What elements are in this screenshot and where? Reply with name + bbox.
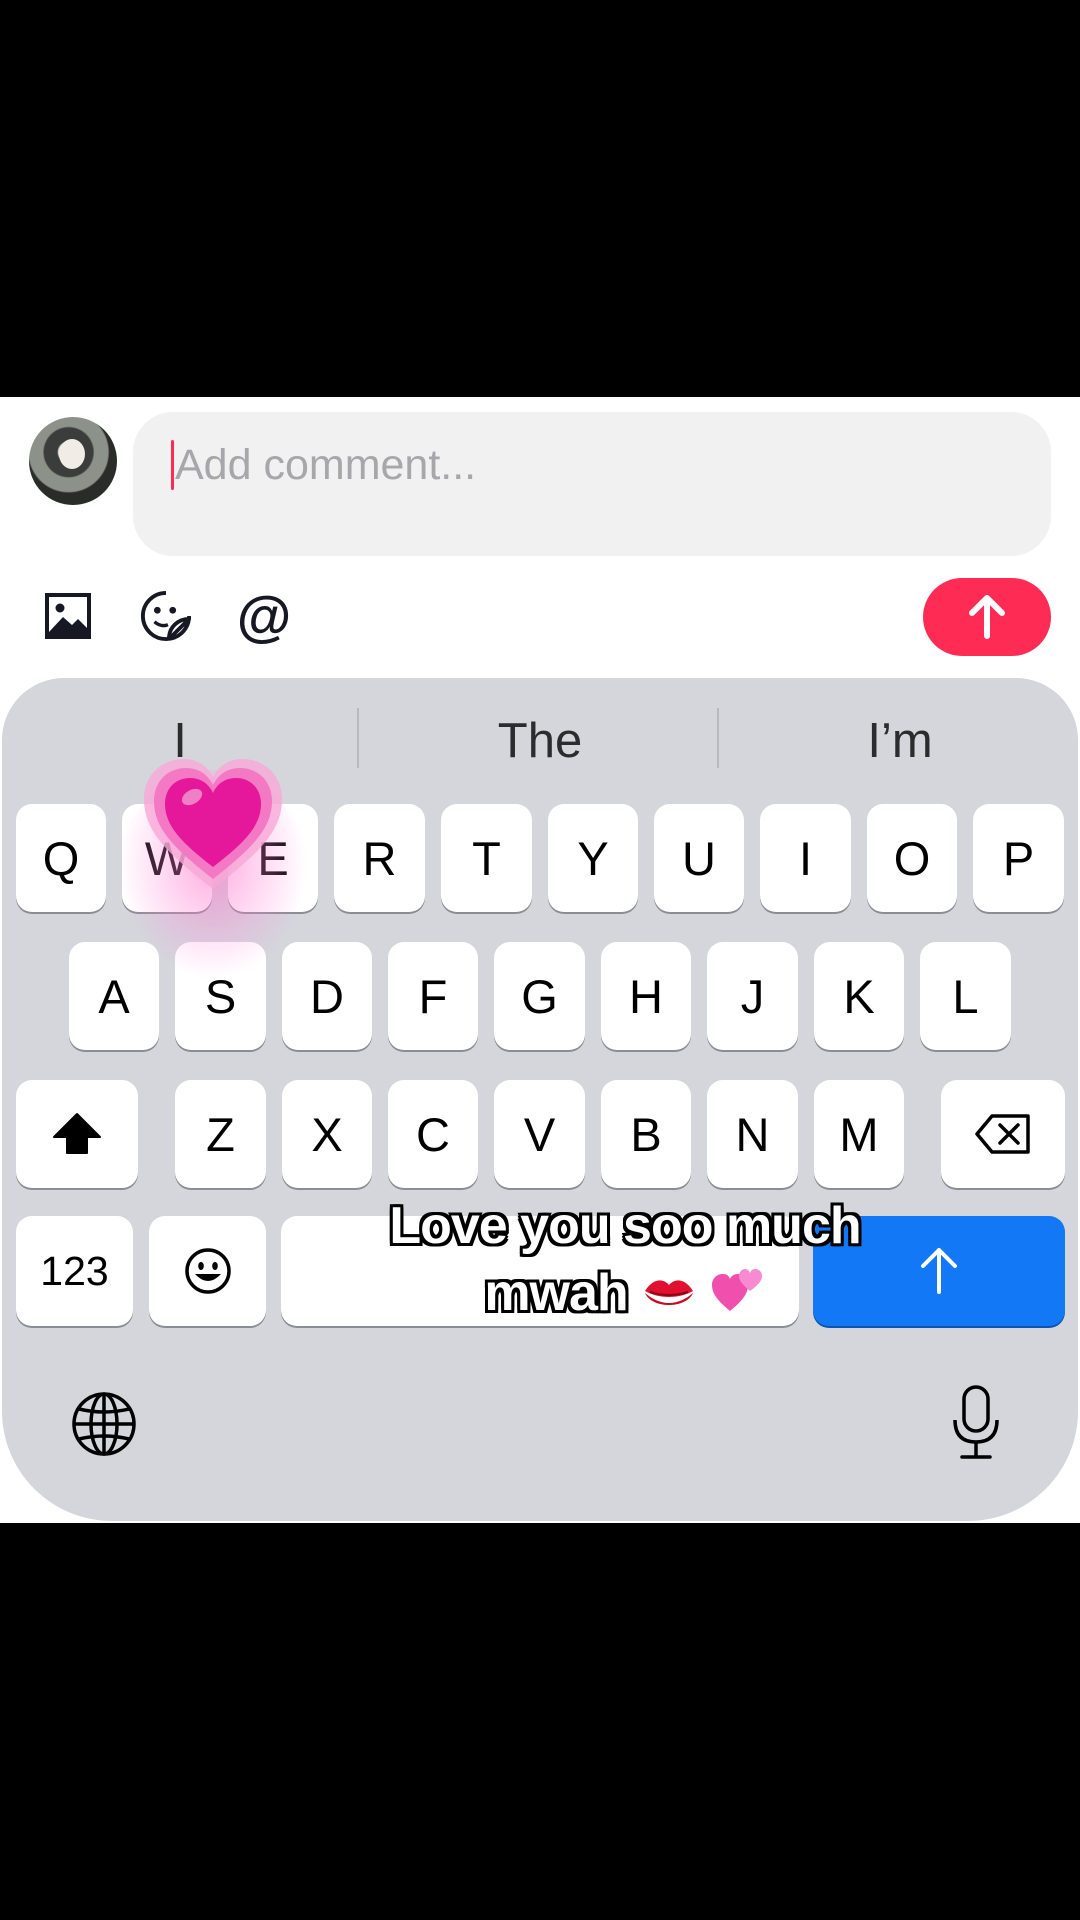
key-m[interactable]: M bbox=[814, 1080, 904, 1188]
caption-line-2-text: mwah bbox=[484, 1264, 628, 1322]
key-d[interactable]: D bbox=[282, 942, 372, 1050]
delete-key[interactable] bbox=[941, 1080, 1065, 1188]
image-icon[interactable] bbox=[42, 590, 94, 642]
key-k[interactable]: K bbox=[814, 942, 904, 1050]
arrow-up-icon bbox=[969, 595, 1005, 639]
key-u[interactable]: U bbox=[654, 804, 744, 912]
suggestion-3[interactable]: I’m bbox=[800, 711, 1000, 771]
key-o[interactable]: O bbox=[867, 804, 957, 912]
avatar[interactable] bbox=[29, 417, 117, 505]
globe-icon[interactable] bbox=[70, 1390, 138, 1458]
shift-key[interactable] bbox=[16, 1080, 138, 1188]
emoji-key[interactable] bbox=[149, 1216, 266, 1326]
shift-icon bbox=[53, 1113, 101, 1154]
key-f[interactable]: F bbox=[388, 942, 478, 1050]
kiss-mark-icon bbox=[642, 1266, 696, 1326]
key-p[interactable]: P bbox=[973, 804, 1064, 912]
numbers-key[interactable]: 123 bbox=[16, 1216, 133, 1326]
emoji-icon bbox=[184, 1248, 231, 1294]
key-j[interactable]: J bbox=[707, 942, 798, 1050]
comment-input[interactable]: Add comment... bbox=[133, 412, 1051, 556]
backspace-icon bbox=[975, 1114, 1030, 1154]
two-hearts-icon bbox=[710, 1265, 766, 1328]
suggestion-2[interactable]: The bbox=[440, 711, 640, 771]
suggestion-divider bbox=[717, 708, 719, 768]
send-comment-button[interactable] bbox=[923, 578, 1051, 656]
key-q[interactable]: Q bbox=[16, 804, 106, 912]
text-caret bbox=[171, 440, 174, 490]
key-a[interactable]: A bbox=[69, 942, 159, 1050]
key-i[interactable]: I bbox=[760, 804, 851, 912]
growing-heart-sticker bbox=[140, 755, 286, 895]
video-bottom-area bbox=[0, 1523, 1080, 1920]
key-y[interactable]: Y bbox=[548, 804, 638, 912]
key-z[interactable]: Z bbox=[175, 1080, 266, 1188]
key-h[interactable]: H bbox=[601, 942, 691, 1050]
suggestion-divider bbox=[357, 708, 359, 768]
caption-line-2: mwah bbox=[300, 1263, 950, 1328]
comment-placeholder: Add comment... bbox=[175, 441, 477, 489]
key-t[interactable]: T bbox=[441, 804, 532, 912]
key-b[interactable]: B bbox=[601, 1080, 691, 1188]
caption-line-1: Love you soo much bbox=[389, 1197, 861, 1255]
key-v[interactable]: V bbox=[494, 1080, 585, 1188]
key-c[interactable]: C bbox=[388, 1080, 478, 1188]
key-g[interactable]: G bbox=[494, 942, 585, 1050]
video-top-area bbox=[0, 0, 1080, 397]
key-l[interactable]: L bbox=[920, 942, 1011, 1050]
key-n[interactable]: N bbox=[707, 1080, 798, 1188]
key-x[interactable]: X bbox=[282, 1080, 372, 1188]
microphone-icon[interactable] bbox=[950, 1384, 1002, 1462]
sticker-icon[interactable] bbox=[140, 590, 192, 642]
mention-icon[interactable]: @ bbox=[237, 588, 292, 644]
key-r[interactable]: R bbox=[334, 804, 425, 912]
